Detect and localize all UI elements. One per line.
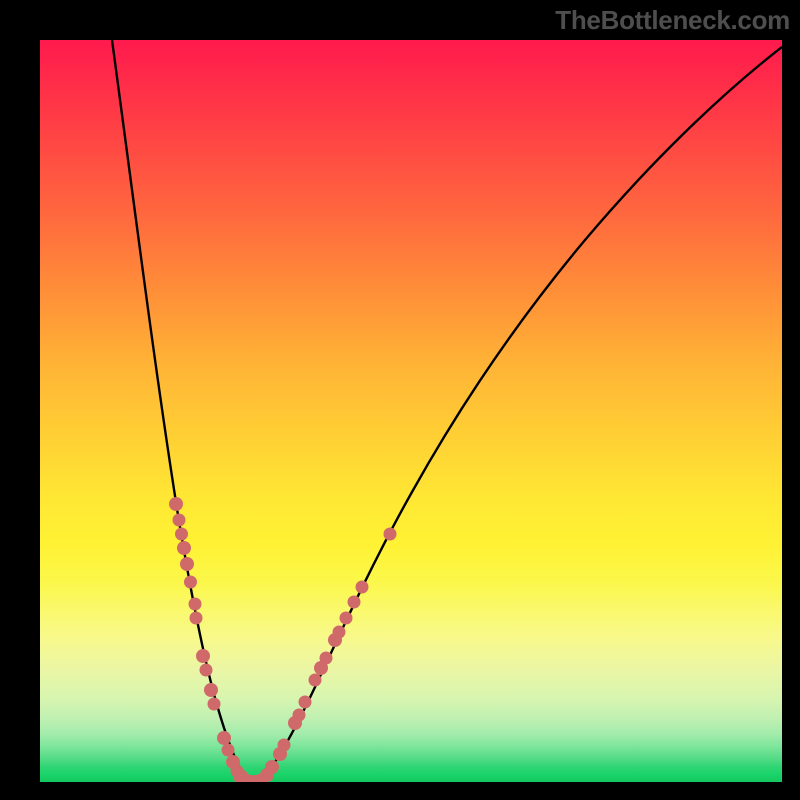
data-point xyxy=(309,674,322,687)
figure-frame: TheBottleneck.com xyxy=(0,0,800,800)
data-point xyxy=(190,612,203,625)
data-point xyxy=(180,557,194,571)
data-point xyxy=(184,576,197,589)
data-point xyxy=(177,541,191,555)
data-point xyxy=(299,696,312,709)
data-point xyxy=(356,581,369,594)
left-curve xyxy=(112,40,253,782)
data-point xyxy=(175,528,188,541)
data-point xyxy=(265,760,279,774)
data-point xyxy=(204,683,218,697)
watermark-text: TheBottleneck.com xyxy=(555,5,790,36)
dot-layer xyxy=(169,497,397,782)
data-point xyxy=(384,528,397,541)
data-point xyxy=(222,744,235,757)
data-point xyxy=(348,596,361,609)
data-point xyxy=(173,514,186,527)
plot-area xyxy=(40,40,782,782)
data-point xyxy=(293,709,306,722)
data-point xyxy=(340,612,353,625)
data-point xyxy=(169,497,183,511)
data-point xyxy=(208,698,221,711)
data-point xyxy=(278,739,291,752)
data-point xyxy=(189,598,202,611)
data-point xyxy=(320,652,333,665)
data-point xyxy=(200,664,213,677)
right-curve xyxy=(253,47,782,782)
data-point xyxy=(217,731,231,745)
curve-layer xyxy=(40,40,782,782)
data-point xyxy=(333,626,346,639)
data-point xyxy=(196,649,210,663)
